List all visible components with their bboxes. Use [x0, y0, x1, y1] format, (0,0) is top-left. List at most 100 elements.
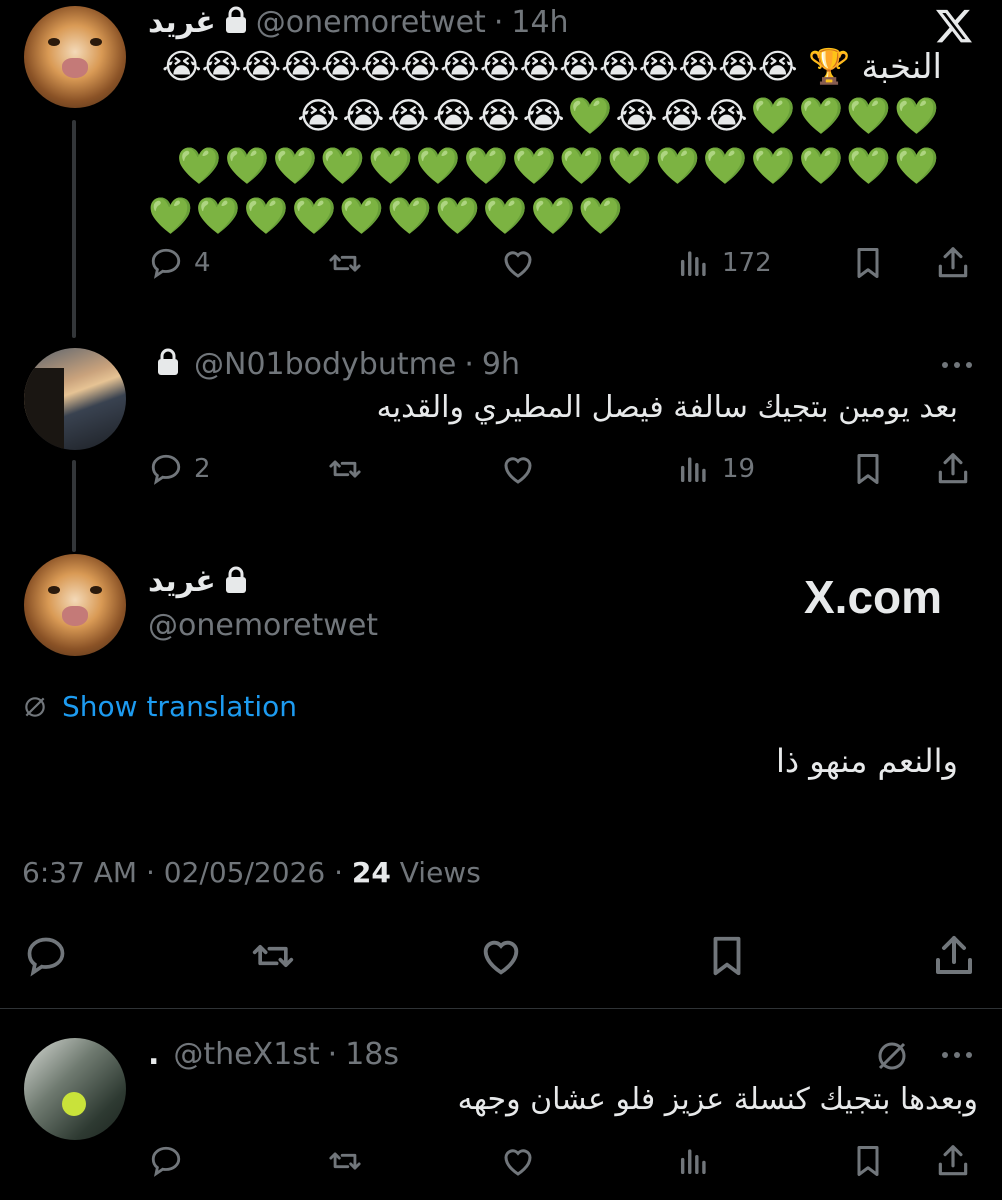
tiger-eye-left — [48, 38, 60, 46]
author-name-row: غريد — [148, 564, 248, 599]
avatar[interactable] — [24, 554, 126, 656]
tweet-text-line: 💚💚💚💚😭😭😭💚😭😭😭😭😭😭 — [297, 96, 942, 137]
reply-button[interactable] — [22, 934, 70, 978]
avatar[interactable] — [24, 6, 126, 108]
bookmark-button[interactable] — [704, 932, 750, 980]
retweet-button[interactable] — [326, 246, 364, 280]
share-button[interactable] — [934, 1142, 972, 1180]
retweet-icon — [248, 934, 298, 978]
bookmark-icon — [850, 450, 886, 488]
views-button[interactable]: 19 — [676, 452, 755, 486]
handle[interactable]: @N01bodybutme — [194, 347, 456, 382]
timestamp[interactable]: 18s — [345, 1037, 399, 1072]
tweet-text-line: 💚💚💚💚💚💚💚💚💚💚💚💚💚💚💚💚 — [176, 146, 942, 187]
display-name[interactable]: غريد — [148, 5, 216, 40]
tiger-eye-left — [48, 586, 60, 594]
like-button[interactable] — [498, 246, 538, 282]
more-icon[interactable] — [938, 350, 976, 384]
retweet-button[interactable] — [326, 1144, 364, 1178]
share-icon — [934, 1142, 972, 1180]
separator: · — [464, 346, 474, 382]
share-button[interactable] — [934, 450, 972, 488]
handle[interactable]: @onemoretwet — [148, 608, 378, 643]
like-button[interactable] — [498, 452, 538, 488]
timestamp[interactable]: 9h — [482, 347, 520, 382]
avatar-cliff — [24, 368, 64, 450]
share-icon — [934, 244, 972, 282]
tweet-text-line: 💚💚💚💚💚💚💚💚💚💚 — [148, 196, 627, 237]
views-count: 24 — [351, 856, 391, 889]
avatar[interactable] — [24, 348, 126, 450]
views-icon — [676, 246, 712, 280]
thread-line — [72, 120, 76, 338]
divider — [0, 1008, 1002, 1009]
views-icon — [676, 1144, 712, 1178]
share-button[interactable] — [930, 932, 978, 980]
tweet-text: وبعدها بتجيك كنسلة عزيز فلو عشان وجهه — [457, 1082, 978, 1117]
reply-count: 2 — [194, 454, 211, 484]
tiger-eye-right — [90, 586, 102, 594]
like-button[interactable] — [498, 1144, 538, 1180]
retweet-icon — [326, 1144, 364, 1178]
bookmark-icon — [704, 932, 750, 980]
more-icon[interactable] — [938, 1040, 976, 1074]
retweet-button[interactable] — [326, 452, 364, 486]
tweet-text: بعد يومين بتجيك سالفة فيصل المطيري والقد… — [376, 390, 958, 425]
views-button[interactable] — [676, 1144, 712, 1178]
tiger-eye-right — [90, 38, 102, 46]
tweet-text: والنعم منهو ذا — [775, 742, 958, 780]
handle[interactable]: @theX1st — [173, 1037, 319, 1072]
reply-icon — [148, 246, 184, 280]
thread-line — [72, 460, 76, 552]
views-button[interactable]: 172 — [676, 246, 772, 280]
tweet-meta: 6:37 AM · 02/05/2026 · 24 Views — [22, 856, 481, 889]
tweet-header: . @theX1st · 18s — [148, 1034, 399, 1074]
lock-icon — [156, 348, 180, 380]
share-icon — [934, 450, 972, 488]
tweet-header: @N01bodybutme · 9h — [148, 344, 520, 384]
translate-icon[interactable] — [874, 1038, 910, 1078]
tiger-nose — [62, 58, 88, 78]
separator: · — [493, 4, 504, 40]
tweet-timestamp[interactable]: 6:37 AM · 02/05/2026 · — [22, 856, 352, 889]
share-icon — [930, 932, 978, 980]
reply-icon — [148, 1144, 184, 1178]
handle[interactable]: @onemoretwet — [256, 5, 486, 40]
views-label: Views — [390, 856, 481, 889]
tweet-text-line: النخبة 🏆 😭😭😭😭😭😭😭😭😭😭😭😭😭😭😭😭 — [161, 47, 942, 87]
bookmark-button[interactable] — [850, 1142, 886, 1180]
reply-button[interactable]: 2 — [148, 452, 211, 486]
like-icon — [498, 452, 538, 488]
avatar[interactable] — [24, 1038, 126, 1140]
show-translation-row[interactable]: Show translation — [22, 690, 297, 723]
reply-button[interactable]: 4 — [148, 246, 211, 280]
like-icon — [498, 246, 538, 282]
show-translation-link[interactable]: Show translation — [62, 690, 297, 723]
views-count: 172 — [722, 248, 772, 278]
retweet-icon — [326, 452, 364, 486]
reply-count: 4 — [194, 248, 211, 278]
separator: · — [327, 1036, 338, 1072]
retweet-button[interactable] — [248, 934, 298, 978]
bookmark-button[interactable] — [850, 450, 886, 488]
timestamp[interactable]: 14h — [511, 5, 568, 40]
display-name[interactable]: . — [148, 1037, 159, 1072]
reply-icon — [22, 934, 70, 978]
share-button[interactable] — [934, 244, 972, 282]
bookmark-icon — [850, 1142, 886, 1180]
like-button[interactable] — [476, 934, 526, 980]
translate-icon — [22, 694, 48, 720]
tiger-nose — [62, 606, 88, 626]
reply-icon — [148, 452, 184, 486]
views-count: 19 — [722, 454, 756, 484]
bookmark-button[interactable] — [850, 244, 886, 282]
like-icon — [476, 934, 526, 980]
avatar-ball — [62, 1092, 86, 1116]
reply-button[interactable] — [148, 1144, 184, 1178]
bookmark-icon — [850, 244, 886, 282]
retweet-icon — [326, 246, 364, 280]
lock-icon — [224, 566, 248, 598]
lock-icon — [224, 6, 248, 38]
display-name[interactable]: غريد — [148, 564, 216, 599]
views-icon — [676, 452, 712, 486]
